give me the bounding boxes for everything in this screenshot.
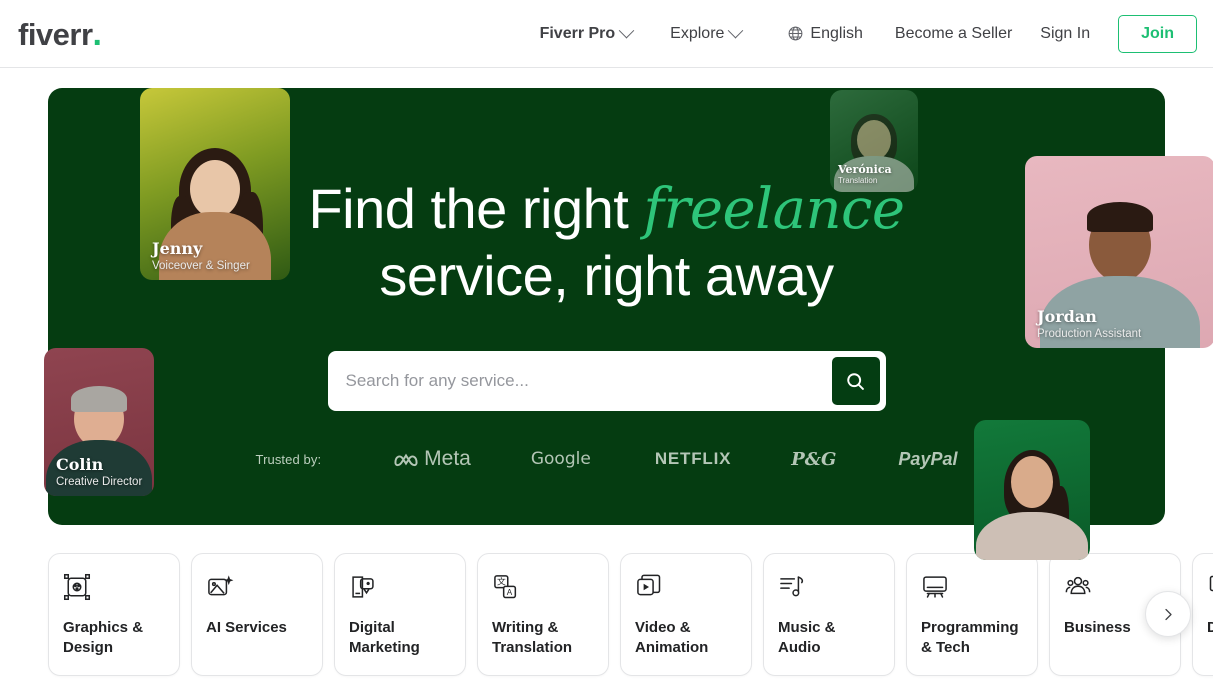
category-card-video-animation[interactable]: Video & Animation: [620, 553, 752, 676]
globe-icon: [789, 26, 803, 41]
hero-search-bar: [327, 351, 886, 412]
search-input[interactable]: [333, 371, 832, 392]
headline-accent-word: freelance: [643, 177, 905, 242]
nav-item-sign-in[interactable]: Sign In: [1026, 17, 1104, 51]
category-label: Writing & Translation: [492, 619, 573, 656]
nav-item-label: Become a Seller: [894, 24, 1013, 42]
digital-marketing-icon: [349, 570, 451, 604]
category-label: Data: [1207, 619, 1213, 636]
nav-item-explore[interactable]: Explore: [656, 17, 755, 51]
category-label: AI Services: [206, 619, 287, 636]
nav-item-label: Fiverr Pro: [539, 24, 616, 42]
svg-text:A: A: [507, 588, 513, 597]
data-icon: [1207, 570, 1213, 604]
brand-logo-paypal: PayPal: [898, 448, 958, 469]
hero-card: Jenny Voiceover & Singer Colin Creative …: [44, 88, 1213, 560]
site-header: fiverr. Fiverr Pro Explore English Becom…: [0, 0, 1213, 68]
music-audio-icon: [778, 570, 880, 604]
main-navigation: Fiverr Pro Explore English Become a Sell…: [526, 14, 1197, 53]
trusted-by-row: Trusted by: Meta Google NETFLIX P&G PayP…: [48, 447, 1165, 471]
category-label: Music & Audio: [778, 619, 836, 656]
nav-item-label: English: [810, 24, 863, 42]
headline-part-2: service, right away: [379, 244, 834, 308]
category-card-graphics-design[interactable]: Graphics & Design: [48, 553, 180, 676]
nav-item-label: Explore: [670, 24, 725, 42]
category-list: Graphics & Design AI Services Digital Ma…: [48, 553, 1213, 676]
category-label: Video & Animation: [635, 619, 709, 656]
category-label: Digital Marketing: [349, 619, 420, 656]
brand-logo-google: Google: [530, 449, 591, 470]
category-card-music-audio[interactable]: Music & Audio: [763, 553, 895, 676]
nav-item-label: Sign In: [1040, 24, 1091, 42]
portrait-role: Creative Director: [56, 476, 143, 489]
category-card-data[interactable]: Data: [1192, 553, 1213, 676]
brand-logo-pg: P&G: [791, 448, 837, 470]
hero-content: Find the right freelance service, right …: [48, 88, 1165, 471]
programming-tech-icon: [921, 570, 1023, 604]
meta-infinity-icon: [394, 453, 418, 466]
video-animation-icon: [635, 570, 737, 604]
category-card-ai-services[interactable]: AI Services: [191, 553, 323, 676]
hero-headline: Find the right freelance service, right …: [48, 176, 1165, 309]
hero-section: Jenny Voiceover & Singer Colin Creative …: [0, 68, 1213, 560]
nav-item-become-a-seller[interactable]: Become a Seller: [881, 17, 1026, 51]
brand-logo-meta: Meta: [393, 447, 471, 471]
writing-translation-icon: 文 A: [492, 570, 594, 604]
logo-dot: .: [92, 14, 102, 53]
chevron-down-icon: [618, 22, 635, 39]
ai-services-icon: [206, 570, 308, 604]
join-button[interactable]: Join: [1118, 14, 1197, 53]
graphics-design-icon: [63, 570, 165, 604]
chevron-down-icon: [728, 22, 744, 39]
brand-logo-netflix: NETFLIX: [654, 449, 732, 469]
carousel-next-button[interactable]: [1145, 591, 1191, 637]
brand-label: Meta: [424, 447, 471, 471]
logo-text: fiverr: [18, 16, 93, 52]
category-card-programming-tech[interactable]: Programming & Tech: [906, 553, 1038, 676]
category-label: Programming & Tech: [921, 619, 1019, 656]
headline-part-1: Find the right: [308, 177, 644, 240]
nav-item-fiverr-pro[interactable]: Fiverr Pro: [526, 17, 643, 51]
chevron-right-icon: [1164, 608, 1172, 620]
search-submit-button[interactable]: [831, 357, 880, 406]
fiverr-logo[interactable]: fiverr.: [18, 17, 102, 51]
search-icon: [847, 372, 864, 390]
trusted-by-label: Trusted by:: [255, 451, 322, 467]
nav-item-language[interactable]: English: [773, 17, 876, 51]
category-carousel: Graphics & Design AI Services Digital Ma…: [0, 553, 1213, 685]
category-card-digital-marketing[interactable]: Digital Marketing: [334, 553, 466, 676]
category-label: Graphics & Design: [63, 619, 144, 656]
category-card-writing-translation[interactable]: 文 A Writing & Translation: [477, 553, 609, 676]
